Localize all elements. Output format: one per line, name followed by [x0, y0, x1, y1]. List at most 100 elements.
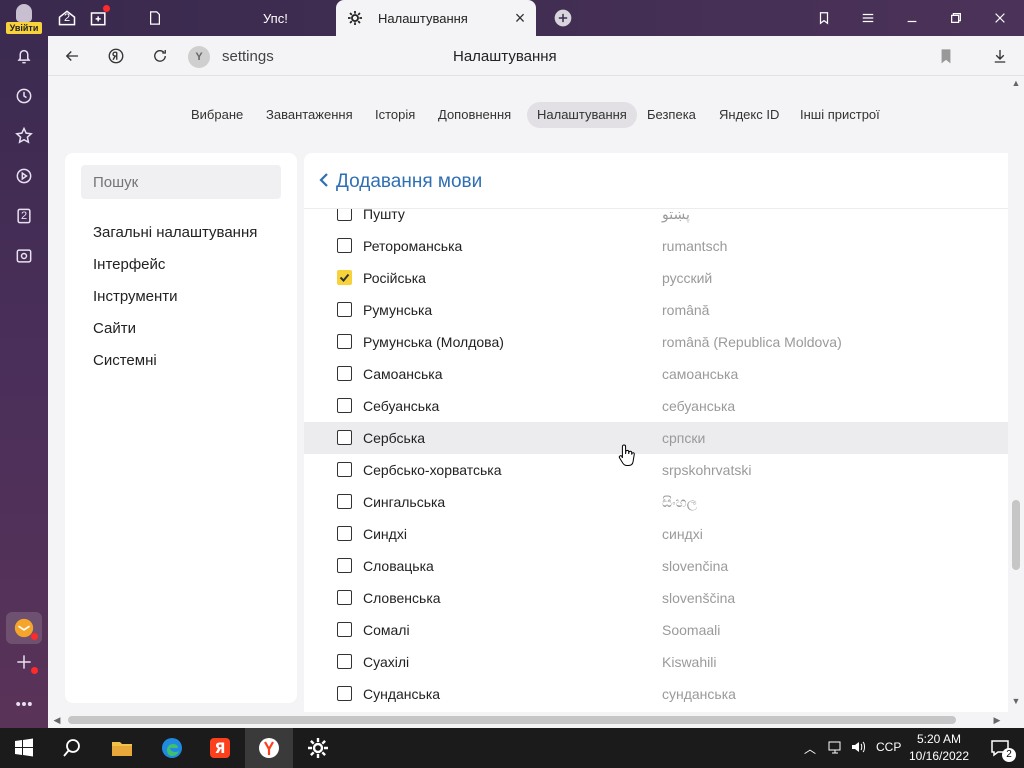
history-icon[interactable]: [12, 84, 36, 108]
screenshot-icon[interactable]: [12, 244, 36, 268]
clock[interactable]: 5:20 AM 10/16/2022: [904, 731, 974, 765]
tab-oops[interactable]: Упс!: [136, 0, 332, 36]
language-row[interactable]: Сомалі Soomaali: [304, 614, 1008, 646]
checkbox[interactable]: [337, 334, 352, 349]
nav-favorites[interactable]: Вибране: [181, 102, 253, 128]
checkbox[interactable]: [337, 398, 352, 413]
yandex-button[interactable]: [104, 44, 128, 68]
url-text[interactable]: settings: [222, 48, 274, 65]
chevron-up-icon[interactable]: ︿: [804, 740, 816, 757]
language-row[interactable]: Сербська српски: [304, 422, 1008, 454]
checkbox[interactable]: [337, 209, 352, 221]
reload-button[interactable]: [148, 44, 172, 68]
sidebar-item-general[interactable]: Загальні налаштування: [93, 224, 257, 241]
sidebar-item-sites[interactable]: Сайти: [93, 320, 136, 337]
bookmark-button[interactable]: [934, 44, 958, 68]
vertical-scroll-thumb[interactable]: [1012, 500, 1020, 570]
sidebar-item-system[interactable]: Системні: [93, 352, 157, 369]
downloads-button[interactable]: [988, 44, 1012, 68]
language-name: Сербська: [363, 430, 426, 446]
volume-icon[interactable]: [850, 739, 866, 758]
checkbox[interactable]: [337, 494, 352, 509]
tabs-count-icon[interactable]: 2: [12, 204, 36, 228]
mail-app-button[interactable]: [6, 612, 42, 644]
site-info-icon[interactable]: Y: [188, 46, 210, 68]
scroll-up-arrow[interactable]: ▲: [1011, 78, 1021, 88]
settings-app-button[interactable]: [294, 728, 342, 768]
nav-security[interactable]: Безпека: [637, 102, 706, 128]
yandex-browser-button[interactable]: [245, 728, 293, 768]
play-icon[interactable]: [12, 164, 36, 188]
language-row[interactable]: Самоанська самоанська: [304, 358, 1008, 390]
add-app-button[interactable]: [6, 646, 42, 678]
language-row[interactable]: Сунданська сунданська: [304, 678, 1008, 710]
language-row[interactable]: Румунська (Молдова) română (Republica Mol…: [304, 326, 1008, 358]
restore-icon[interactable]: [944, 6, 968, 30]
language-row[interactable]: Російська русский: [304, 262, 1008, 294]
nav-other-devices[interactable]: Інші пристрої: [790, 102, 890, 128]
menu-icon[interactable]: [856, 6, 880, 30]
language-row[interactable]: Сербсько-хорватська srpskohrvatski: [304, 454, 1008, 486]
tab-settings[interactable]: Налаштування ×: [336, 0, 536, 36]
checkbox[interactable]: [337, 302, 352, 317]
language-row[interactable]: Суахілі Kiswahili: [304, 646, 1008, 678]
language-row[interactable]: Пушту پښتو: [304, 209, 1008, 230]
close-window-icon[interactable]: [988, 6, 1012, 30]
sidebar-item-tools[interactable]: Інструменти: [93, 288, 178, 305]
start-button[interactable]: [0, 728, 48, 768]
language-indicator[interactable]: CCP: [876, 740, 901, 754]
star-icon[interactable]: [12, 124, 36, 148]
checkbox-checked[interactable]: [337, 270, 352, 285]
notifications-button[interactable]: 2: [976, 728, 1024, 768]
nav-extensions[interactable]: Доповнення: [428, 102, 521, 128]
minimize-icon[interactable]: [900, 6, 924, 30]
back-button[interactable]: [60, 44, 84, 68]
nav-settings[interactable]: Налаштування: [527, 102, 637, 128]
nav-yandex-id[interactable]: Яндекс ID: [709, 102, 789, 128]
checkbox[interactable]: [337, 430, 352, 445]
checkbox[interactable]: [337, 622, 352, 637]
checkbox[interactable]: [337, 558, 352, 573]
collections-icon[interactable]: [812, 6, 836, 30]
language-row[interactable]: Синдхі синдхі: [304, 518, 1008, 550]
checkbox[interactable]: [337, 654, 352, 669]
panel-title[interactable]: Додавання мови: [336, 171, 482, 193]
language-row[interactable]: Ретороманська rumantsch: [304, 230, 1008, 262]
checkbox[interactable]: [337, 590, 352, 605]
scroll-right-arrow[interactable]: ▶: [992, 715, 1002, 725]
checkbox[interactable]: [337, 462, 352, 477]
login-button[interactable]: Увійти: [6, 4, 42, 34]
gear-icon: [308, 738, 328, 758]
checkbox[interactable]: [337, 686, 352, 701]
checkbox[interactable]: [337, 526, 352, 541]
language-row[interactable]: Румунська română: [304, 294, 1008, 326]
search-button[interactable]: [48, 728, 96, 768]
chevron-left-icon[interactable]: [318, 173, 332, 189]
tab-close-icon[interactable]: ×: [510, 8, 530, 29]
network-icon[interactable]: [828, 739, 844, 758]
language-row[interactable]: Словацька slovenčina: [304, 550, 1008, 582]
language-native-name: slovenščina: [662, 590, 736, 606]
horizontal-scroll-thumb[interactable]: [68, 716, 956, 724]
scroll-left-arrow[interactable]: ◀: [52, 715, 62, 725]
language-row[interactable]: Себуанська себуанська: [304, 390, 1008, 422]
bell-icon[interactable]: [12, 44, 36, 68]
search-input[interactable]: [81, 165, 281, 199]
horizontal-scrollbar[interactable]: ◀ ▶: [48, 712, 1008, 728]
checkbox[interactable]: [337, 238, 352, 253]
language-row[interactable]: Сингальська සිංහල: [304, 486, 1008, 518]
nav-downloads[interactable]: Завантаження: [256, 102, 363, 128]
yandex-app-button[interactable]: Я: [196, 728, 244, 768]
more-icon[interactable]: [12, 692, 36, 716]
edge-button[interactable]: [148, 728, 196, 768]
nav-history[interactable]: Історія: [365, 102, 425, 128]
checkbox[interactable]: [337, 366, 352, 381]
new-tab-button[interactable]: [550, 5, 576, 31]
scroll-down-arrow[interactable]: ▼: [1011, 696, 1021, 706]
language-row[interactable]: Словенська slovenščina: [304, 582, 1008, 614]
vertical-scrollbar[interactable]: ▲ ▼: [1008, 76, 1024, 728]
file-explorer-button[interactable]: [98, 728, 146, 768]
sidebar-item-interface[interactable]: Інтерфейс: [93, 256, 165, 273]
tab-counter-button[interactable]: 2: [54, 5, 80, 31]
new-tab-group-button[interactable]: [86, 5, 112, 31]
